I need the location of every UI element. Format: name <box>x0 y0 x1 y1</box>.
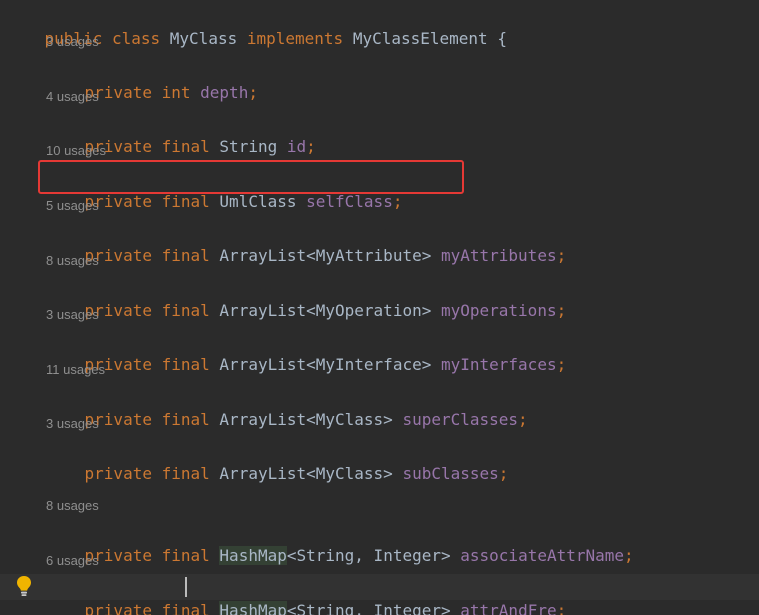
semicolon: ; <box>392 192 403 211</box>
field-name[interactable]: myAttributes <box>441 246 557 265</box>
keyword-implements: implements <box>246 29 344 48</box>
usages-hint[interactable]: 3 usages <box>46 33 99 51</box>
keyword-class: class <box>111 29 161 48</box>
class-declaration-line[interactable]: public class MyClass implements MyClassE… <box>6 3 507 48</box>
keyword-private: private <box>84 601 152 615</box>
usages-hint[interactable]: 8 usages <box>46 252 99 270</box>
field-type[interactable]: ArrayList<MyClass> <box>219 410 392 429</box>
keyword-final: final <box>161 464 210 483</box>
field-type[interactable]: ArrayList<MyClass> <box>219 464 392 483</box>
keyword-final: final <box>161 546 210 565</box>
field-name[interactable]: attrAndFre <box>460 601 556 615</box>
keyword-final: final <box>161 137 210 156</box>
field-name[interactable]: id <box>287 137 306 156</box>
keyword-final: final <box>161 601 210 615</box>
usages-hint[interactable]: 4 usages <box>46 88 99 106</box>
keyword-final: final <box>161 246 210 265</box>
interface-name[interactable]: MyClassElement <box>353 29 488 48</box>
semicolon: ; <box>556 355 567 374</box>
field-declaration-line[interactable]: private final String id; <box>46 111 316 156</box>
field-name[interactable]: subClasses <box>402 464 498 483</box>
field-name[interactable]: selfClass <box>306 192 393 211</box>
semicolon: ; <box>306 137 316 156</box>
field-type[interactable]: ArrayList<MyInterface> <box>219 355 431 374</box>
field-name[interactable]: associateAttrName <box>460 546 624 565</box>
usages-hint[interactable]: 11 usages <box>46 361 105 379</box>
usages-hint[interactable]: 6 usages <box>46 552 99 570</box>
usages-hint[interactable]: 3 usages <box>46 415 99 433</box>
field-type[interactable]: ArrayList<MyAttribute> <box>219 246 431 265</box>
field-declaration-line[interactable]: private final ArrayList<MyClass> superCl… <box>46 384 528 429</box>
field-type-hashmap[interactable]: HashMap <box>219 546 287 565</box>
semicolon: ; <box>624 546 634 565</box>
keyword-final: final <box>161 355 210 374</box>
field-declaration-line[interactable]: private final ArrayList<MyOperation> myO… <box>46 275 567 320</box>
field-declaration-line[interactable]: private final HashMap<String, Integer> a… <box>46 575 566 615</box>
field-type-generics[interactable]: <String, Integer> <box>287 601 451 615</box>
semicolon: ; <box>248 83 258 102</box>
field-declaration-line[interactable]: private final ArrayList<MyClass> subClas… <box>46 438 509 483</box>
field-type: int <box>161 83 191 102</box>
class-name[interactable]: MyClass <box>170 29 237 48</box>
keyword-final: final <box>161 410 210 429</box>
semicolon: ; <box>498 464 509 483</box>
field-type-generics[interactable]: <String, Integer> <box>287 546 451 565</box>
code-editor[interactable]: public class MyClass implements MyClassE… <box>0 0 759 615</box>
semicolon: ; <box>556 246 567 265</box>
field-type[interactable]: ArrayList<MyOperation> <box>219 301 431 320</box>
keyword-final: final <box>161 301 210 320</box>
field-type-hashmap[interactable]: HashMap <box>219 601 287 615</box>
open-brace: { <box>497 29 507 48</box>
keyword-final: final <box>161 192 210 211</box>
field-type[interactable]: String <box>219 137 277 156</box>
usages-hint[interactable]: 5 usages <box>46 197 99 215</box>
semicolon: ; <box>556 601 567 615</box>
field-type[interactable]: UmlClass <box>219 192 296 211</box>
field-declaration-line[interactable]: private final ArrayList<MyAttribute> myA… <box>46 220 567 265</box>
lightbulb-icon[interactable] <box>16 575 32 597</box>
field-declaration-line[interactable]: private final ArrayList<MyInterface> myI… <box>46 329 567 374</box>
field-name[interactable]: myInterfaces <box>441 355 557 374</box>
field-name[interactable]: depth <box>200 83 248 102</box>
field-name[interactable]: myOperations <box>441 301 557 320</box>
usages-hint[interactable]: 8 usages <box>46 497 99 515</box>
semicolon: ; <box>556 301 567 320</box>
field-declaration-line[interactable]: private int depth; <box>46 57 258 102</box>
field-declaration-line[interactable]: private final HashMap<String, Integer> a… <box>46 520 634 565</box>
usages-hint[interactable]: 3 usages <box>46 306 99 324</box>
usages-hint[interactable]: 10 usages <box>46 142 106 160</box>
field-name[interactable]: superClasses <box>402 410 518 429</box>
text-caret <box>185 577 187 597</box>
keyword-private: private <box>84 464 152 483</box>
semicolon: ; <box>518 410 528 429</box>
red-annotation-box <box>38 160 464 194</box>
